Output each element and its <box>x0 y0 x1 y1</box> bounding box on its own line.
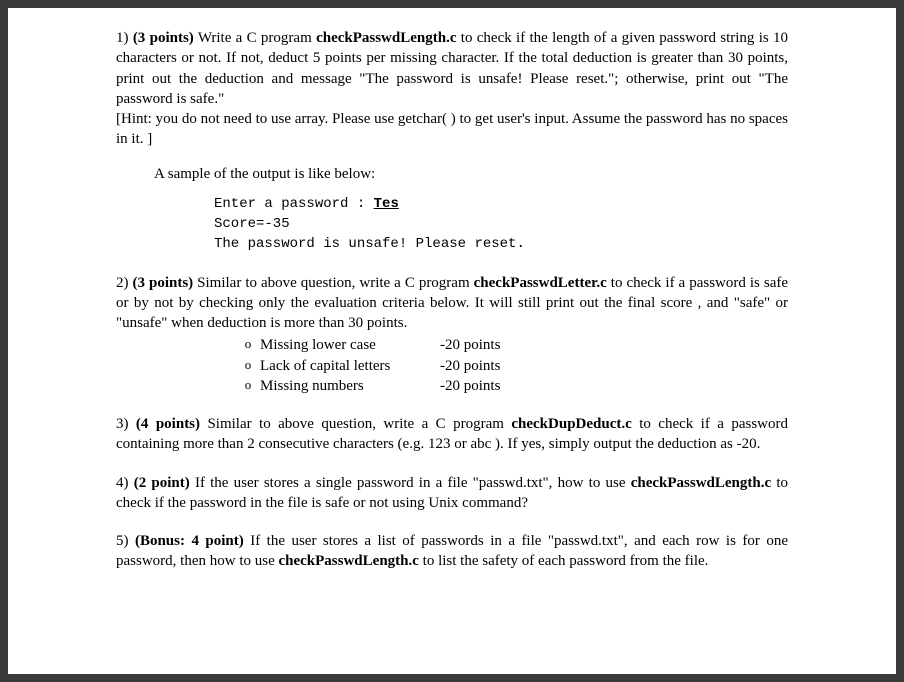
q1-program-name: checkPasswdLength.c <box>316 30 456 46</box>
q2-crit-2-points: -20 points <box>440 356 500 376</box>
q1-code-line-1: Enter a password : Tes <box>214 194 788 214</box>
question-2: 2) (3 points) Similar to above question,… <box>116 273 788 397</box>
q4-text-a: If the user stores a single password in … <box>195 475 631 491</box>
q1-code-block: Enter a password : Tes Score=-35 The pas… <box>214 194 788 255</box>
q5-points: (Bonus: 4 point) <box>135 533 244 549</box>
q1-code-input: Tes <box>374 196 399 212</box>
bullet-icon: o <box>236 376 260 396</box>
question-3-body: 3) (4 points) Similar to above question,… <box>116 414 788 455</box>
bullet-icon: o <box>236 335 260 355</box>
q1-number: 1) <box>116 30 129 46</box>
q5-program-name: checkPasswdLength.c <box>278 553 418 569</box>
question-1-body: 1) (3 points) Write a C program checkPas… <box>116 28 788 109</box>
q2-number: 2) <box>116 275 129 291</box>
question-1: 1) (3 points) Write a C program checkPas… <box>116 28 788 255</box>
question-5-body: 5) (Bonus: 4 point) If the user stores a… <box>116 531 788 572</box>
q1-text-a: Write a C program <box>198 30 316 46</box>
question-2-body: 2) (3 points) Similar to above question,… <box>116 273 788 334</box>
q4-program-name: checkPasswdLength.c <box>631 475 771 491</box>
q5-text-b: to list the safety of each password from… <box>419 553 709 569</box>
q1-code-prompt: Enter a password : <box>214 196 374 212</box>
q2-criteria-list: o Missing lower case -20 points o Lack o… <box>236 335 788 396</box>
q3-number: 3) <box>116 416 129 432</box>
q1-hint: [Hint: you do not need to use array. Ple… <box>116 109 788 150</box>
q2-crit-1-points: -20 points <box>440 335 500 355</box>
document-page: 1) (3 points) Write a C program checkPas… <box>8 8 896 674</box>
q2-criteria-row-3: o Missing numbers -20 points <box>236 376 788 396</box>
q2-crit-2-label: Lack of capital letters <box>260 356 440 376</box>
q3-points: (4 points) <box>136 416 200 432</box>
q2-crit-3-points: -20 points <box>440 376 500 396</box>
q2-criteria-row-1: o Missing lower case -20 points <box>236 335 788 355</box>
question-3: 3) (4 points) Similar to above question,… <box>116 414 788 455</box>
q2-points: (3 points) <box>133 275 194 291</box>
q2-crit-1-label: Missing lower case <box>260 335 440 355</box>
q1-code-line-3: The password is unsafe! Please reset. <box>214 234 788 254</box>
q2-crit-3-label: Missing numbers <box>260 376 440 396</box>
q2-criteria-row-2: o Lack of capital letters -20 points <box>236 356 788 376</box>
q3-program-name: checkDupDeduct.c <box>511 416 631 432</box>
question-4: 4) (2 point) If the user stores a single… <box>116 473 788 514</box>
q1-code-line-2: Score=-35 <box>214 214 788 234</box>
q4-points: (2 point) <box>134 475 190 491</box>
q1-sample-intro: A sample of the output is like below: <box>154 164 788 184</box>
q5-number: 5) <box>116 533 129 549</box>
q4-number: 4) <box>116 475 129 491</box>
question-5: 5) (Bonus: 4 point) If the user stores a… <box>116 531 788 572</box>
bullet-icon: o <box>236 356 260 376</box>
q2-program-name: checkPasswdLetter.c <box>474 275 607 291</box>
q1-points: (3 points) <box>133 30 194 46</box>
q3-text-a: Similar to above question, write a C pro… <box>207 416 511 432</box>
question-4-body: 4) (2 point) If the user stores a single… <box>116 473 788 514</box>
q2-text-a: Similar to above question, write a C pro… <box>197 275 473 291</box>
